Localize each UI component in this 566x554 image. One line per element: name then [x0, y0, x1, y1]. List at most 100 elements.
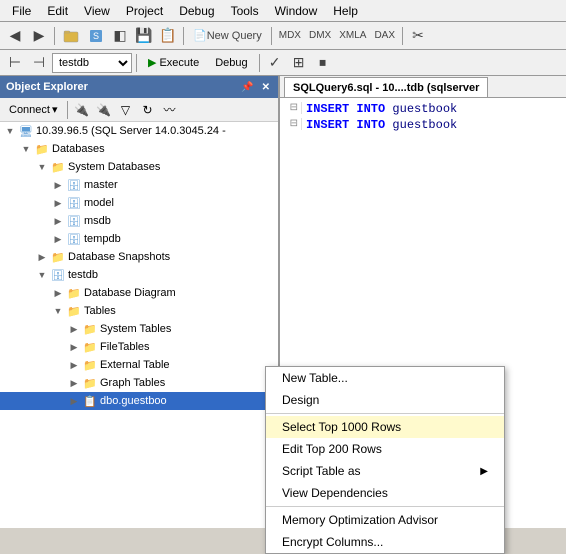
tree-databases[interactable]: ▼ 📁 Databases	[0, 140, 278, 158]
menu-debug[interactable]: Debug	[171, 2, 222, 20]
menu-project[interactable]: Project	[118, 2, 171, 20]
tree-model[interactable]: ▶ 🗄 model	[0, 194, 278, 212]
sql-tab-active[interactable]: SQLQuery6.sql - 10....tdb (sqlserver	[284, 77, 488, 97]
forward-button[interactable]: ▶	[28, 25, 50, 47]
toolbar-mdx[interactable]: MDX	[276, 25, 304, 47]
explorer-refresh[interactable]: ↻	[138, 100, 158, 120]
tables-expand-icon: ▼	[50, 303, 66, 319]
guestbook-expand-icon: ▶	[66, 393, 82, 409]
execute-button[interactable]: ▶ Execute	[141, 53, 206, 72]
tempdb-db-icon: 🗄	[66, 231, 82, 247]
tree-master[interactable]: ▶ 🗄 master	[0, 176, 278, 194]
server-icon: 🖥	[18, 123, 34, 139]
menu-tools[interactable]: Tools	[223, 2, 267, 20]
execute-label: Execute	[159, 57, 199, 69]
close-panel-icon[interactable]: ✕	[260, 81, 272, 94]
sql-line-2: ⊟ INSERT INTO guestbook	[284, 118, 562, 132]
tree-tables[interactable]: ▼ 📁 Tables	[0, 302, 278, 320]
sql-tab-label: SQLQuery6.sql - 10....tdb (sqlserver	[293, 82, 479, 94]
new-query-label: New Query	[207, 30, 262, 42]
debug-button[interactable]: Debug	[208, 54, 254, 72]
model-db-icon: 🗄	[66, 195, 82, 211]
filetables-expand-icon: ▶	[66, 339, 82, 355]
back-button[interactable]: ◀	[4, 25, 26, 47]
menu-edit[interactable]: Edit	[39, 2, 76, 20]
toolbar-cut[interactable]: ✂	[407, 25, 429, 47]
toolbar-btn-2[interactable]: S	[85, 25, 107, 47]
tree-testdb[interactable]: ▼ 🗄 testdb	[0, 266, 278, 284]
toolbar-btn-5[interactable]: 📋	[157, 25, 179, 47]
sql-line-1: ⊟ INSERT INTO guestbook	[284, 102, 562, 116]
tree-system-tables[interactable]: ▶ 📁 System Tables	[0, 320, 278, 338]
tree-area: ▼ 🖥 10.39.96.5 (SQL Server 14.0.3045.24 …	[0, 122, 278, 528]
toolbar2-btn1[interactable]: ⊢	[4, 52, 26, 74]
context-menu-encrypt[interactable]: Encrypt Columns...	[266, 531, 504, 553]
toolbar2-stop[interactable]: ⏹	[312, 52, 334, 74]
context-menu-new-table[interactable]: New Table...	[266, 367, 504, 389]
execute-icon: ▶	[148, 56, 156, 69]
db-snapshots-label: Database Snapshots	[68, 251, 170, 263]
toolbar-btn-1[interactable]	[59, 25, 83, 47]
toolbar2-grid[interactable]: ⊞	[288, 52, 310, 74]
context-menu-encrypt-label: Encrypt Columns...	[282, 535, 383, 549]
database-dropdown[interactable]: testdb	[52, 53, 132, 73]
new-query-button[interactable]: 📄 New Query	[188, 25, 267, 47]
tree-tempdb[interactable]: ▶ 🗄 tempdb	[0, 230, 278, 248]
menu-window[interactable]: Window	[267, 2, 326, 20]
context-menu-memory-opt-label: Memory Optimization Advisor	[282, 513, 438, 527]
toolbar2-sep-1	[136, 54, 137, 72]
tree-db-diagrams[interactable]: ▶ 📁 Database Diagram	[0, 284, 278, 302]
context-menu-design[interactable]: Design	[266, 389, 504, 411]
explorer-toolbar: Connect ▾ 🔌 🔌 ▽ ↻ 〰	[0, 98, 278, 122]
tree-filetables[interactable]: ▶ 📁 FileTables	[0, 338, 278, 356]
script-table-arrow-icon: ▶	[480, 466, 488, 477]
pin-icon[interactable]: 📌	[239, 81, 255, 94]
menu-bar: File Edit View Project Debug Tools Windo…	[0, 0, 566, 22]
menu-view[interactable]: View	[76, 2, 118, 20]
context-menu-script-table-label: Script Table as	[282, 464, 361, 478]
menu-help[interactable]: Help	[325, 2, 366, 20]
tree-system-databases[interactable]: ▼ 📁 System Databases	[0, 158, 278, 176]
context-menu-design-label: Design	[282, 393, 319, 407]
graph-tables-label: Graph Tables	[100, 377, 165, 389]
toolbar2-btn2[interactable]: ⊣	[28, 52, 50, 74]
tree-graph-tables[interactable]: ▶ 📁 Graph Tables	[0, 374, 278, 392]
context-menu-script-table[interactable]: Script Table as ▶	[266, 460, 504, 482]
graph-tables-folder-icon: 📁	[82, 375, 98, 391]
menu-file[interactable]: File	[4, 2, 39, 20]
line-num-2: ⊟	[284, 118, 302, 130]
external-tables-label: External Table	[100, 359, 170, 371]
second-toolbar: ⊢ ⊣ testdb ▶ Execute Debug ✓ ⊞ ⏹	[0, 50, 566, 76]
sql-code-1: INSERT INTO guestbook	[306, 102, 457, 116]
tree-server[interactable]: ▼ 🖥 10.39.96.5 (SQL Server 14.0.3045.24 …	[0, 122, 278, 140]
tree-external-tables[interactable]: ▶ 📁 External Table	[0, 356, 278, 374]
msdb-expand-icon: ▶	[50, 213, 66, 229]
object-explorer-panel: Object Explorer 📌 ✕ Connect ▾ 🔌 🔌 ▽ ↻ 〰 …	[0, 76, 280, 528]
context-menu-select-top-label: Select Top 1000 Rows	[282, 420, 401, 434]
explorer-more[interactable]: 〰	[160, 100, 180, 120]
connect-label: Connect	[9, 104, 50, 116]
toolbar-btn-3[interactable]: ◧	[109, 25, 131, 47]
explorer-filter[interactable]: ▽	[116, 100, 136, 120]
system-tables-expand-icon: ▶	[66, 321, 82, 337]
master-expand-icon: ▶	[50, 177, 66, 193]
context-menu-select-top[interactable]: Select Top 1000 Rows	[266, 416, 504, 438]
db-snapshots-expand-icon: ▶	[34, 249, 50, 265]
toolbar-xmla[interactable]: XMLA	[336, 25, 369, 47]
explorer-btn-1[interactable]: 🔌	[72, 100, 92, 120]
system-databases-folder-icon: 📁	[50, 159, 66, 175]
toolbar-dmx[interactable]: DMX	[306, 25, 334, 47]
tree-db-snapshots[interactable]: ▶ 📁 Database Snapshots	[0, 248, 278, 266]
tree-guestbook-table[interactable]: ▶ 📋 dbo.guestboo	[0, 392, 278, 410]
toolbar2-check[interactable]: ✓	[264, 52, 286, 74]
toolbar-sep-4	[402, 27, 403, 45]
context-menu-edit-top[interactable]: Edit Top 200 Rows	[266, 438, 504, 460]
tree-msdb[interactable]: ▶ 🗄 msdb	[0, 212, 278, 230]
model-expand-icon: ▶	[50, 195, 66, 211]
toolbar-dax[interactable]: DAX	[371, 25, 398, 47]
context-menu-view-deps[interactable]: View Dependencies	[266, 482, 504, 504]
connect-dropdown-icon: ▾	[52, 103, 58, 116]
explorer-btn-2[interactable]: 🔌	[94, 100, 114, 120]
toolbar-btn-4[interactable]: 💾	[133, 25, 155, 47]
connect-button[interactable]: Connect ▾	[4, 101, 63, 118]
